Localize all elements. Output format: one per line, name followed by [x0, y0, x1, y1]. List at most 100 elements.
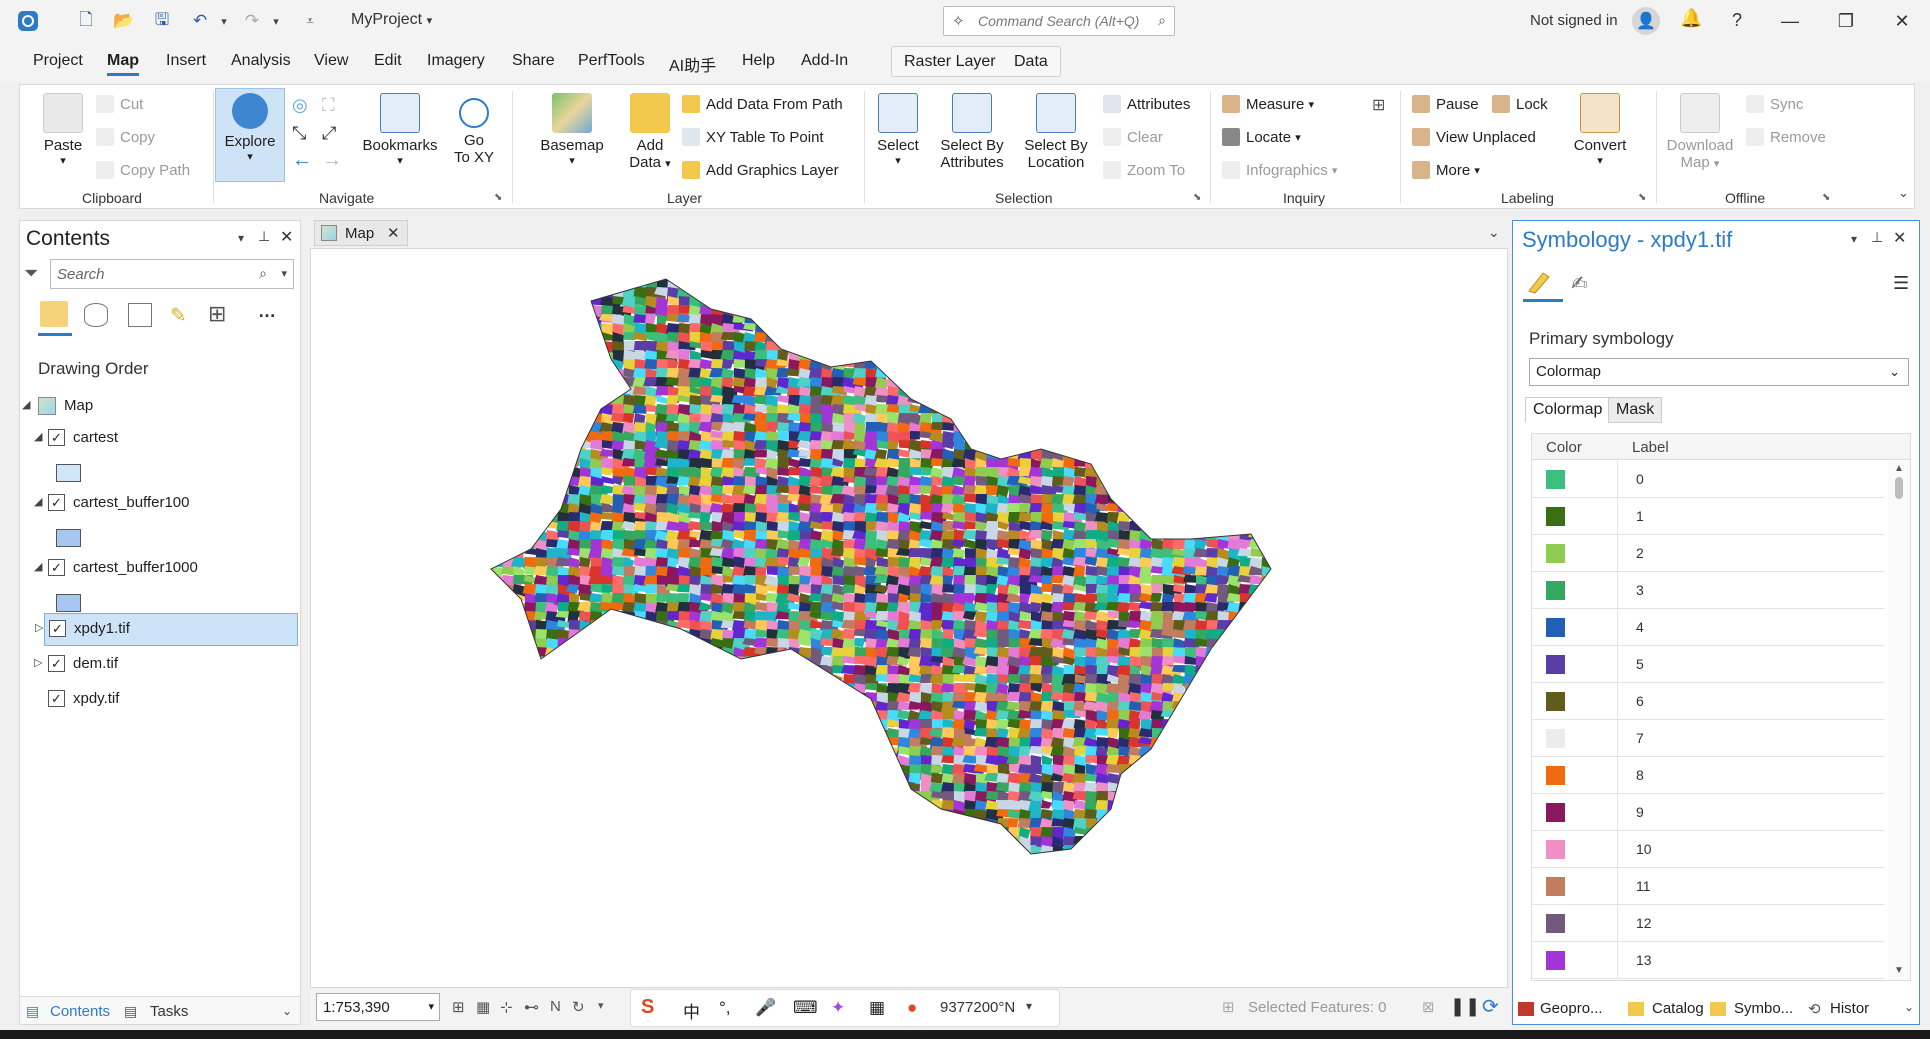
- explore-button[interactable]: Explore ▾: [215, 88, 285, 182]
- sign-in-status[interactable]: Not signed in: [1530, 12, 1618, 29]
- list-by-editing-icon[interactable]: ✎: [170, 303, 187, 328]
- close-pane-icon[interactable]: ✕: [280, 227, 293, 247]
- contents-search-input[interactable]: Search ⌕ ▾: [50, 259, 294, 289]
- layer-symbol-swatch[interactable]: [56, 529, 81, 547]
- layer-row-dem[interactable]: ▷ ✓ dem.tif: [20, 649, 300, 679]
- expand-arrow-icon[interactable]: ▷: [35, 621, 43, 634]
- list-by-drawing-order-icon[interactable]: [40, 301, 68, 327]
- tab-help[interactable]: Help: [742, 52, 775, 70]
- select-by-location-button[interactable]: Select By Location: [1016, 93, 1096, 171]
- save-project-icon[interactable]: 🖫: [150, 9, 174, 33]
- layer-symbol-swatch[interactable]: [56, 464, 81, 482]
- user-avatar-icon[interactable]: 👤: [1632, 7, 1660, 35]
- contents-footer-tab[interactable]: Contents: [50, 1003, 110, 1020]
- notification-bell-icon[interactable]: 🔔: [1680, 8, 1702, 29]
- tab-view[interactable]: View: [314, 52, 348, 70]
- remove-offline-button[interactable]: Remove: [1746, 128, 1826, 146]
- layer-row-cartest-buffer1000[interactable]: ◢ ✓ cartest_buffer1000: [20, 553, 300, 583]
- collapse-ribbon-icon[interactable]: ⌄: [1898, 185, 1909, 201]
- visibility-checkbox[interactable]: ✓: [48, 655, 65, 672]
- visibility-checkbox[interactable]: ✓: [49, 620, 66, 637]
- sync-button[interactable]: Sync: [1746, 95, 1803, 113]
- add-data-button[interactable]: Add Data ▾: [620, 93, 680, 171]
- visibility-checkbox[interactable]: ✓: [48, 559, 65, 576]
- more-labeling-button[interactable]: More ▾: [1412, 161, 1480, 179]
- redo-dropdown-icon[interactable]: ▾: [264, 9, 288, 33]
- paste-button[interactable]: Paste ▾: [40, 93, 86, 167]
- locate-button[interactable]: Locate ▾: [1222, 128, 1301, 146]
- select-button[interactable]: Select ▾: [870, 93, 926, 167]
- basemap-button[interactable]: Basemap ▾: [532, 93, 612, 167]
- visibility-checkbox[interactable]: ✓: [48, 429, 65, 446]
- map-node[interactable]: ◢ Map: [20, 391, 300, 421]
- lock-labeling-button[interactable]: Lock: [1492, 95, 1548, 113]
- tab-imagery[interactable]: Imagery: [427, 52, 485, 70]
- new-project-icon[interactable]: 🗋: [74, 9, 98, 33]
- tab-insert[interactable]: Insert: [166, 52, 206, 70]
- tab-edit[interactable]: Edit: [374, 52, 402, 70]
- measure-button[interactable]: Measure ▾: [1222, 95, 1314, 113]
- footer-dropdown-icon[interactable]: ⌄: [282, 1004, 292, 1018]
- expand-arrow-icon[interactable]: ▷: [34, 656, 42, 669]
- cut-button[interactable]: Cut: [96, 95, 143, 113]
- navigate-launcher-icon[interactable]: ⬊: [494, 192, 502, 203]
- open-project-icon[interactable]: 📂: [112, 9, 136, 33]
- map-view-tab[interactable]: Map ✕: [314, 220, 408, 246]
- tab-raster-layer[interactable]: Raster Layer: [904, 53, 996, 71]
- tab-project[interactable]: Project: [33, 52, 83, 70]
- labeling-launcher-icon[interactable]: ⬊: [1638, 192, 1646, 203]
- inquiry-extra-icon[interactable]: ⊞: [1372, 95, 1385, 115]
- collapse-arrow-icon[interactable]: ◢: [34, 430, 42, 443]
- map-canvas[interactable]: [310, 248, 1508, 988]
- tab-perftools[interactable]: PerfTools: [578, 52, 645, 70]
- tab-data[interactable]: Data: [1014, 53, 1048, 71]
- undo-dropdown-icon[interactable]: ▾: [212, 9, 236, 33]
- go-to-xy-button[interactable]: Go To XY: [448, 93, 500, 166]
- search-dropdown-icon[interactable]: ▾: [281, 267, 287, 280]
- watershed-raster-map[interactable]: [311, 249, 1508, 988]
- add-graphics-layer-button[interactable]: Add Graphics Layer: [682, 161, 839, 179]
- layer-row-xpdy1-selected[interactable]: ▷ ✓ xpdy1.tif: [35, 613, 298, 646]
- tab-analysis[interactable]: Analysis: [231, 52, 291, 70]
- xy-table-to-point-button[interactable]: XY Table To Point: [682, 128, 824, 146]
- offline-launcher-icon[interactable]: ⬊: [1822, 192, 1830, 203]
- pin-icon[interactable]: ⊥: [258, 228, 270, 245]
- tasks-footer-tab[interactable]: Tasks: [150, 1003, 188, 1020]
- fixed-zoom-icon[interactable]: ⛶: [322, 95, 335, 116]
- bookmarks-button[interactable]: Bookmarks ▾: [360, 93, 440, 167]
- full-extent-icon[interactable]: ◎: [292, 95, 308, 116]
- pause-labeling-button[interactable]: Pause: [1412, 95, 1479, 113]
- help-button[interactable]: ?: [1732, 10, 1742, 31]
- project-name[interactable]: MyProject ▾: [351, 11, 432, 29]
- add-data-from-path-button[interactable]: Add Data From Path: [682, 95, 843, 113]
- selection-launcher-icon[interactable]: ⬊: [1193, 192, 1201, 203]
- redo-icon[interactable]: ↷: [240, 9, 264, 33]
- collapse-arrow-icon[interactable]: ◢: [34, 560, 42, 573]
- restore-button[interactable]: ❐: [1826, 6, 1866, 36]
- tab-map[interactable]: Map: [107, 52, 139, 76]
- layer-symbol-swatch[interactable]: [56, 594, 81, 612]
- layer-row-cartest-buffer100[interactable]: ◢ ✓ cartest_buffer100: [20, 488, 300, 518]
- command-search-input[interactable]: ✧ Command Search (Alt+Q) ⌕: [943, 6, 1175, 36]
- visibility-checkbox[interactable]: ✓: [48, 690, 65, 707]
- select-by-attributes-button[interactable]: Select By Attributes: [932, 93, 1012, 171]
- list-by-data-source-icon[interactable]: [84, 303, 108, 327]
- infographics-button[interactable]: Infographics ▾: [1222, 161, 1337, 179]
- list-by-snapping-icon[interactable]: ⊞: [208, 301, 226, 327]
- more-options-icon[interactable]: …: [258, 301, 276, 322]
- layer-row-cartest[interactable]: ◢ ✓ cartest: [20, 423, 300, 453]
- tab-share[interactable]: Share: [512, 52, 555, 70]
- collapse-arrow-icon[interactable]: ◢: [34, 495, 42, 508]
- pane-options-icon[interactable]: ▾: [238, 231, 244, 245]
- view-unplaced-button[interactable]: View Unplaced: [1412, 128, 1536, 146]
- zoom-to-selection-button[interactable]: Zoom To: [1103, 161, 1185, 179]
- filter-icon[interactable]: ⏷: [24, 263, 38, 284]
- zoom-in-fixed-icon[interactable]: ⤡: [292, 123, 306, 144]
- collapse-arrow-icon[interactable]: ◢: [22, 398, 30, 411]
- tab-list-icon[interactable]: ⌄: [1488, 224, 1500, 241]
- convert-button[interactable]: Convert ▾: [1568, 93, 1632, 167]
- copy-button[interactable]: Copy: [96, 128, 155, 146]
- list-by-selection-icon[interactable]: [128, 303, 152, 327]
- visibility-checkbox[interactable]: ✓: [48, 494, 65, 511]
- tab-ai-assistant[interactable]: AI助手: [669, 52, 716, 76]
